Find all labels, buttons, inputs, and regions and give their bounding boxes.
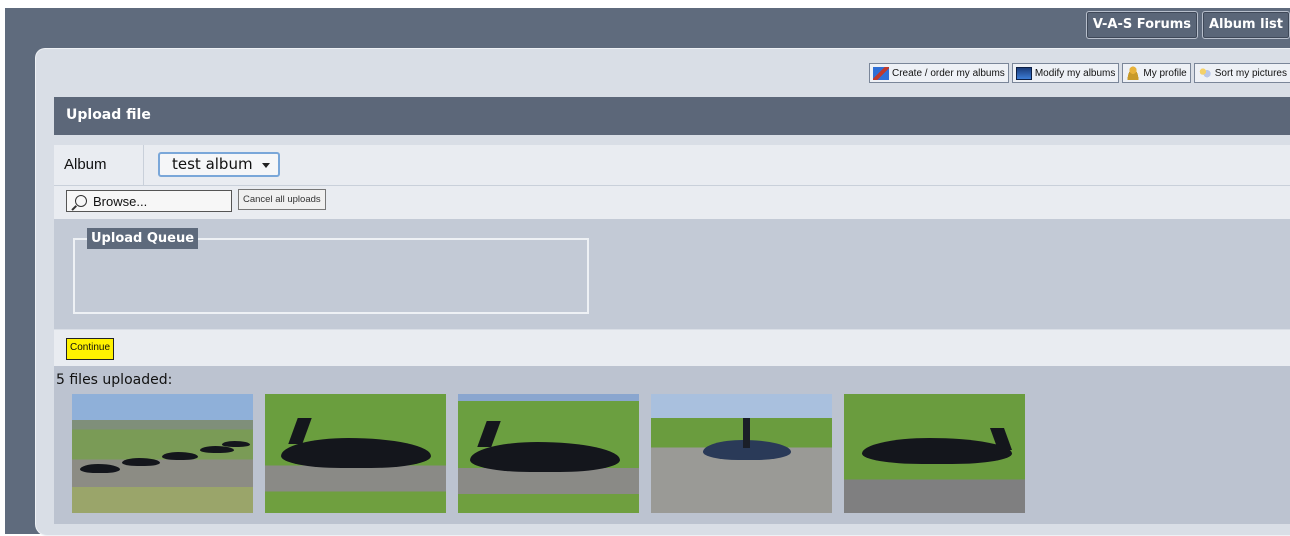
- jet-front-view-image[interactable]: [651, 394, 832, 513]
- cancel-all-uploads-button[interactable]: Cancel all uploads: [238, 189, 326, 210]
- create-albums-icon: [872, 66, 889, 80]
- black-jet-taxi-image[interactable]: [265, 394, 446, 513]
- album-list-link[interactable]: Album list: [1201, 11, 1290, 39]
- upload-title-bar: Upload file: [54, 97, 1290, 135]
- modify-albums-button[interactable]: Modify my albums: [1011, 63, 1120, 83]
- album-select[interactable]: test album: [158, 152, 280, 177]
- browse-button[interactable]: Browse...: [66, 190, 232, 212]
- album-toolbar: Create / order my albums Modify my album…: [868, 63, 1290, 83]
- sort-pictures-label: Sort my pictures: [1214, 67, 1287, 79]
- chevron-down-icon: [262, 163, 270, 168]
- my-profile-label: My profile: [1143, 67, 1187, 79]
- uploaded-count-text: 5 files uploaded:: [56, 372, 173, 388]
- album-label: Album: [54, 145, 144, 185]
- uploaded-files-area: 5 files uploaded:: [54, 366, 1290, 524]
- upload-queue-box: [73, 238, 589, 314]
- modify-albums-label: Modify my albums: [1034, 67, 1116, 79]
- gallery-panel: Create / order my albums Modify my album…: [35, 48, 1290, 536]
- continue-row: Continue: [54, 330, 1290, 366]
- modify-albums-icon: [1015, 66, 1032, 80]
- album-select-value: test album: [172, 155, 253, 173]
- search-icon: [75, 195, 87, 207]
- black-jet-runway-image[interactable]: [844, 394, 1025, 513]
- upload-queue-title: Upload Queue: [87, 228, 199, 249]
- forum-frame: V-A-S Forums Album list Create / order m…: [5, 8, 1290, 536]
- continue-button[interactable]: Continue: [66, 338, 115, 360]
- my-profile-button[interactable]: My profile: [1122, 63, 1191, 83]
- browse-label: Browse...: [93, 193, 148, 209]
- top-nav: V-A-S Forums Album list: [1085, 11, 1290, 39]
- browse-row: Browse... Cancel all uploads: [54, 186, 1290, 219]
- create-albums-label: Create / order my albums: [891, 67, 1005, 79]
- create-albums-button[interactable]: Create / order my albums: [868, 63, 1009, 83]
- black-jet-taxi-image[interactable]: [458, 394, 639, 513]
- page-title: Upload file: [66, 107, 151, 123]
- forums-link[interactable]: V-A-S Forums: [1085, 11, 1198, 39]
- jets-lineup-image[interactable]: [72, 394, 253, 513]
- sort-pictures-button[interactable]: Sort my pictures: [1193, 63, 1290, 83]
- user-icon: [1126, 66, 1141, 80]
- sort-pictures-icon: [1197, 66, 1212, 80]
- upload-queue-area: Upload Queue: [54, 219, 1290, 329]
- album-row: Album test album: [54, 145, 1290, 186]
- thumbnail-strip: [72, 394, 1025, 513]
